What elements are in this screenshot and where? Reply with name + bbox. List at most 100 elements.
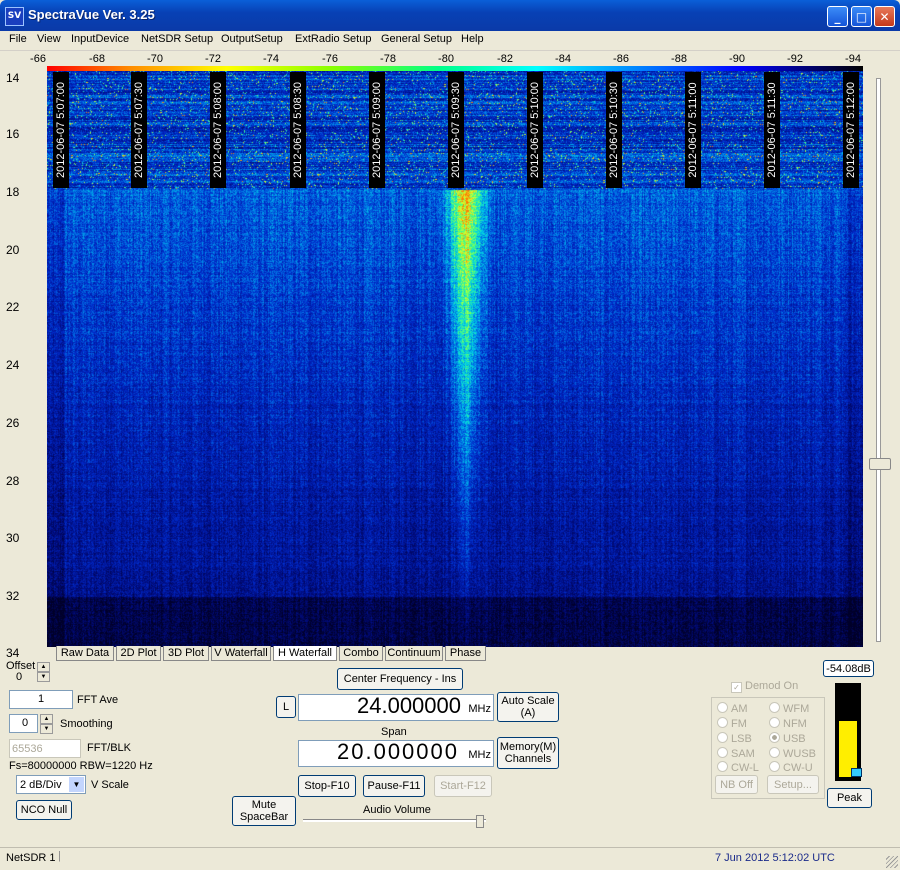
scale-tick: -82 — [497, 53, 513, 65]
menu-netsdr-setup[interactable]: NetSDR Setup — [141, 33, 213, 45]
menu-help[interactable]: Help — [461, 33, 484, 45]
fft-ave-field[interactable]: 1 — [9, 690, 73, 709]
radio-cw-u[interactable]: CW-U — [769, 761, 813, 774]
fs-info: Fs=80000000 RBW=1220 Hz — [9, 760, 153, 772]
nco-null-button[interactable]: NCO Null — [16, 800, 72, 820]
tab-v-waterfall[interactable]: V Waterfall — [211, 646, 271, 661]
scale-tick: -92 — [787, 53, 803, 65]
freq-axis-label: 34 — [6, 646, 20, 660]
freq-axis-label: 28 — [6, 474, 20, 488]
menu-extradio-setup[interactable]: ExtRadio Setup — [295, 33, 371, 45]
span-field[interactable]: 20.000000 MHz — [298, 739, 494, 767]
resize-grip-icon[interactable] — [886, 856, 898, 868]
scale-tick: -80 — [438, 53, 454, 65]
radio-am[interactable]: AM — [717, 702, 748, 715]
tab-continuum[interactable]: Continuum — [385, 646, 443, 661]
tab-combo[interactable]: Combo — [339, 646, 383, 661]
smoothing-label: Smoothing — [60, 718, 113, 730]
nb-off-button[interactable]: NB Off — [715, 775, 758, 794]
radio-cw-l[interactable]: CW-L — [717, 761, 759, 774]
scale-tick: -86 — [613, 53, 629, 65]
peak-marker — [851, 768, 862, 777]
memory-channels-button[interactable]: Memory(M) Channels — [497, 737, 559, 769]
signal-meter — [835, 683, 862, 781]
center-frequency-field[interactable]: 24.000000 MHz — [298, 693, 494, 721]
maximize-button[interactable]: □ — [851, 6, 872, 27]
tab-raw-data[interactable]: Raw Data — [56, 646, 114, 661]
minimize-button[interactable]: _ — [827, 6, 848, 27]
scale-tick: -72 — [205, 53, 221, 65]
timestamp-label: 2012-06-07 5:07:30 — [131, 72, 147, 188]
timestamp-label: 2012-06-07 5:09:00 — [369, 72, 385, 188]
start-button[interactable]: Start-F12 — [434, 775, 492, 797]
scale-tick: -90 — [729, 53, 745, 65]
demod-mode-group: AM WFM FM NFM LSB USB SAM WUSB CW-L CW-U… — [711, 697, 825, 799]
scale-tick: -66 — [30, 53, 46, 65]
vertical-slider-thumb[interactable] — [869, 458, 891, 470]
tab-h-waterfall[interactable]: H Waterfall — [273, 646, 337, 661]
status-device: NetSDR 1 — [6, 852, 56, 864]
radio-lsb[interactable]: LSB — [717, 732, 752, 745]
timestamp-label: 2012-06-07 5:10:00 — [527, 72, 543, 188]
peak-button[interactable]: Peak — [827, 788, 872, 808]
radio-nfm[interactable]: NFM — [769, 717, 807, 730]
fft-ave-label: FFT Ave — [77, 694, 119, 706]
timestamp-label: 2012-06-07 5:08:30 — [290, 72, 306, 188]
audio-volume-track[interactable] — [303, 819, 486, 822]
radio-sam[interactable]: SAM — [717, 747, 755, 760]
radio-wfm[interactable]: WFM — [769, 702, 809, 715]
close-button[interactable]: ✕ — [874, 6, 895, 27]
menu-view[interactable]: View — [37, 33, 61, 45]
freq-axis-label: 30 — [6, 531, 20, 545]
l-button[interactable]: L — [276, 696, 296, 718]
radio-wusb[interactable]: WUSB — [769, 747, 816, 760]
menu-general-setup[interactable]: General Setup — [381, 33, 452, 45]
span-label: Span — [381, 726, 407, 738]
status-bar: NetSDR 1 | 7 Jun 2012 5:12:02 UTC — [0, 847, 900, 870]
menu-inputdevice[interactable]: InputDevice — [71, 33, 129, 45]
scale-tick: -94 — [845, 53, 861, 65]
audio-volume-thumb[interactable] — [476, 815, 484, 828]
tab-3d-plot[interactable]: 3D Plot — [163, 646, 209, 661]
offset-value: 0 — [16, 671, 23, 683]
level-readout: -54.08dB — [823, 660, 874, 677]
stop-button[interactable]: Stop-F10 — [298, 775, 356, 797]
tab-phase[interactable]: Phase — [445, 646, 486, 661]
mute-button[interactable]: Mute SpaceBar — [232, 796, 296, 826]
freq-axis-label: 32 — [6, 589, 20, 603]
scale-tick: -68 — [89, 53, 105, 65]
timestamp-label: 2012-06-07 5:11:00 — [685, 72, 701, 188]
radio-usb[interactable]: USB — [769, 732, 806, 745]
chevron-down-icon[interactable]: ▼ — [69, 777, 84, 792]
demod-on-checkbox[interactable]: ✓ Demod On — [731, 680, 798, 693]
timestamp-label: 2012-06-07 5:08:00 — [210, 72, 226, 188]
fft-blk-select[interactable]: 65536 — [9, 739, 81, 758]
menu-bar: File View InputDevice NetSDR Setup Outpu… — [0, 31, 900, 51]
timestamp-label: 2012-06-07 5:07:00 — [53, 72, 69, 188]
freq-axis-label: 22 — [6, 300, 20, 314]
freq-axis-label: 16 — [6, 127, 20, 141]
timestamp-label: 2012-06-07 5:10:30 — [606, 72, 622, 188]
radio-fm[interactable]: FM — [717, 717, 747, 730]
offset-spinner[interactable]: ▲ ▼ — [37, 662, 50, 682]
smoothing-spinner[interactable]: ▲ ▼ — [40, 714, 53, 734]
status-datetime: 7 Jun 2012 5:12:02 UTC — [715, 852, 835, 864]
window-title: SpectraVue Ver. 3.25 — [28, 7, 155, 22]
menu-outputsetup[interactable]: OutputSetup — [221, 33, 283, 45]
menu-file[interactable]: File — [9, 33, 27, 45]
smoothing-field[interactable]: 0 — [9, 714, 38, 733]
fft-blk-label: FFT/BLK — [87, 742, 132, 754]
freq-axis-label: 20 — [6, 243, 20, 257]
scale-tick: -88 — [671, 53, 687, 65]
center-frequency-button[interactable]: Center Frequency - Ins — [337, 668, 463, 690]
timestamp-label: 2012-06-07 5:11:30 — [764, 72, 780, 188]
tab-2d-plot[interactable]: 2D Plot — [116, 646, 161, 661]
freq-axis-label: 24 — [6, 358, 20, 372]
auto-scale-button[interactable]: Auto Scale (A) — [497, 692, 559, 722]
vscale-label: V Scale — [91, 779, 129, 791]
freq-axis-label: 26 — [6, 416, 20, 430]
setup-button[interactable]: Setup... — [767, 775, 819, 794]
pause-button[interactable]: Pause-F11 — [363, 775, 425, 797]
vertical-slider-track[interactable] — [876, 78, 881, 642]
vscale-select[interactable]: 2 dB/Div ▼ — [16, 775, 86, 794]
